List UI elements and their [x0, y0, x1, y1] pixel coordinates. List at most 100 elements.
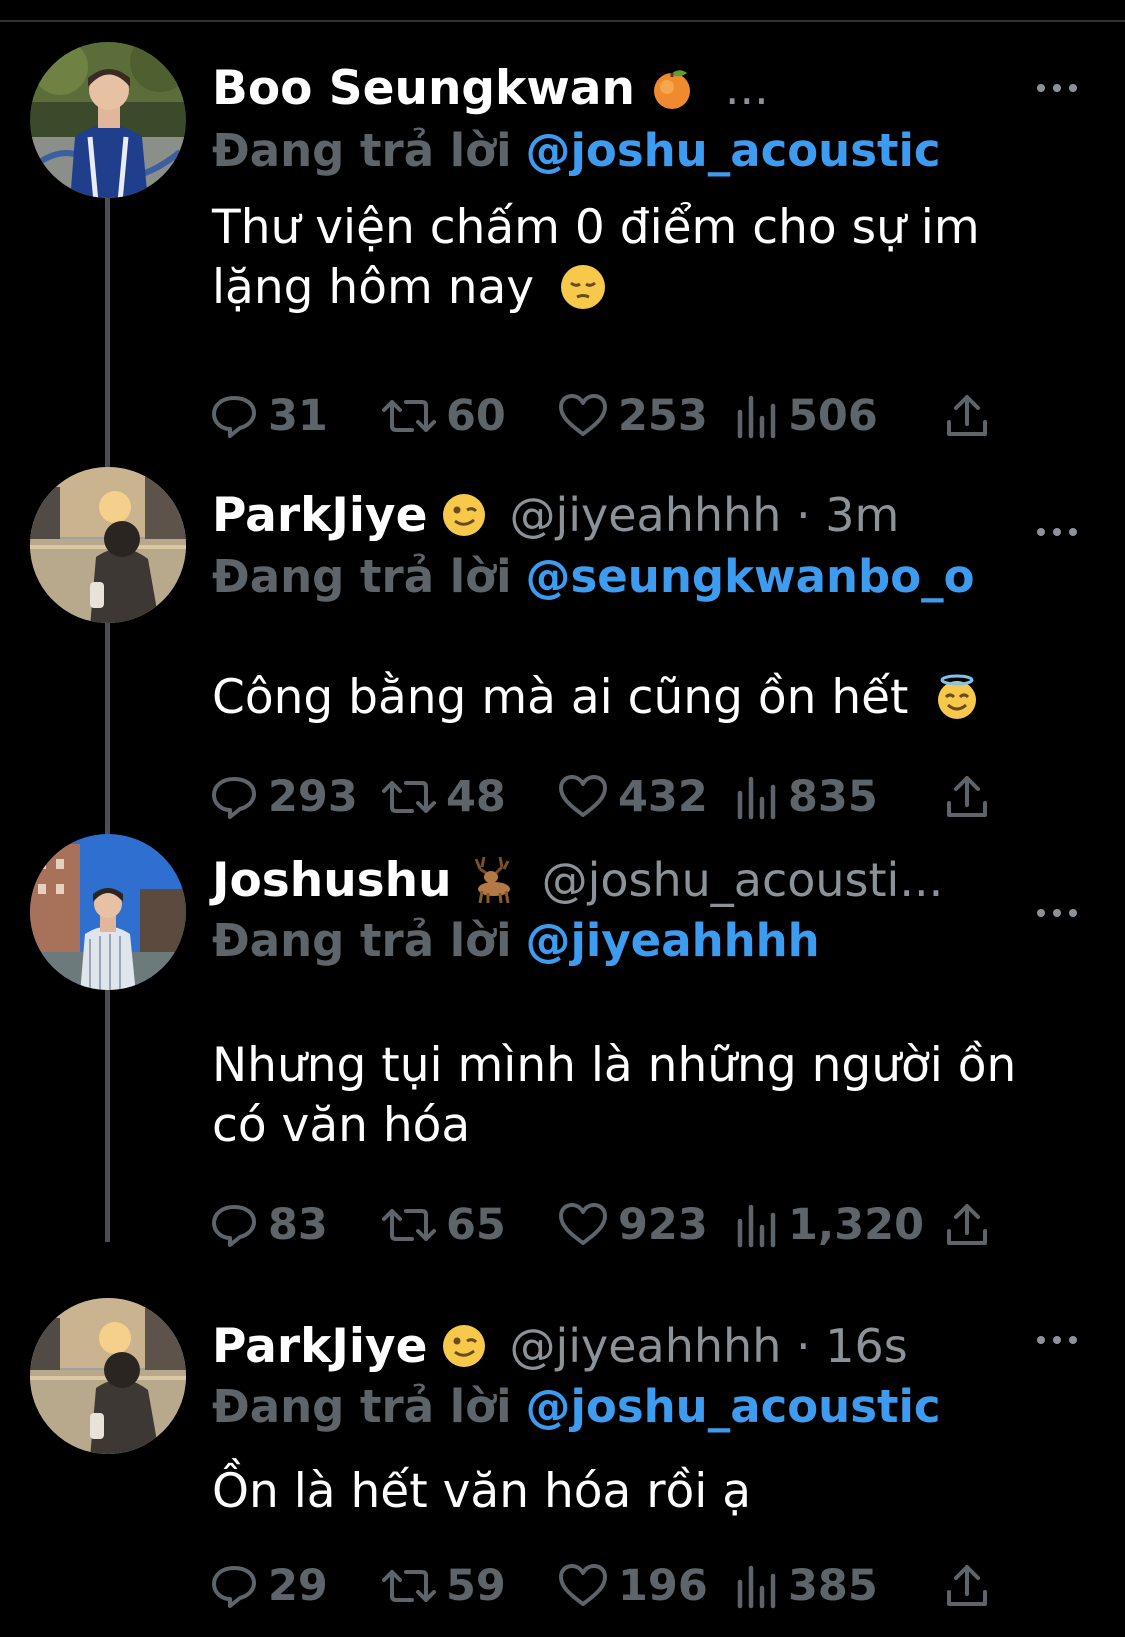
- like-button[interactable]: 923: [558, 1197, 708, 1253]
- handle: @jiyeahhhh · 16s: [509, 1319, 908, 1373]
- views-button[interactable]: 1,320: [734, 1197, 924, 1253]
- display-name[interactable]: Boo Seungkwan: [212, 61, 635, 116]
- display-name[interactable]: ParkJiye: [212, 1319, 427, 1374]
- views-button[interactable]: 835: [734, 769, 878, 825]
- view-count: 1,320: [788, 1200, 925, 1250]
- tweet-text: Nhưng tụi mình là những người ồn có văn …: [212, 1036, 1082, 1156]
- tweet-actions: 83 65 923 1,320: [210, 1197, 1000, 1253]
- handle: @jiyeahhhh · 3m: [509, 488, 900, 542]
- thread-connector: [105, 622, 110, 837]
- reply-button[interactable]: 31: [210, 388, 328, 444]
- like-count: 432: [618, 772, 708, 822]
- reply-count: 31: [268, 391, 328, 441]
- reply-count: 29: [268, 1561, 328, 1611]
- reply-button[interactable]: 293: [210, 769, 358, 825]
- tweet-header: ParkJiye @jiyeahhhh · 16s: [212, 1316, 1125, 1376]
- view-count: 506: [788, 391, 878, 441]
- tweet-actions: 293 48 432 835: [210, 769, 1000, 825]
- top-divider: [0, 0, 1125, 22]
- retweet-icon: [382, 1209, 436, 1241]
- like-count: 923: [618, 1200, 708, 1250]
- retweet-count: 48: [446, 772, 506, 822]
- replying-to-label: Đang trả lời: [212, 1380, 512, 1433]
- tweet-text: Ồn là hết văn hóa rồi ạ: [212, 1462, 1082, 1522]
- share-icon: [947, 1565, 987, 1606]
- retweet-button[interactable]: 48: [382, 769, 506, 825]
- views-button[interactable]: 506: [734, 388, 878, 444]
- tweet-header: Boo Seungkwan ...: [212, 58, 1125, 118]
- like-button[interactable]: 253: [558, 388, 708, 444]
- share-icon: [947, 776, 987, 817]
- tweet-text-content: Công bằng mà ai cũng ồn hết: [212, 670, 909, 725]
- handle: ...: [724, 61, 769, 115]
- share-icon: [947, 1204, 987, 1245]
- views-icon: [737, 1565, 776, 1609]
- avatar[interactable]: [30, 42, 186, 198]
- tweet-text-content: Nhưng tụi mình là những người ồn có văn …: [212, 1038, 1017, 1153]
- like-count: 253: [618, 391, 708, 441]
- views-icon: [737, 776, 776, 820]
- replying-to: Đang trả lời @jiyeahhhh: [212, 914, 820, 967]
- reply-icon: [212, 1566, 256, 1608]
- more-options-icon[interactable]: [1037, 522, 1077, 542]
- peach-icon: [649, 65, 695, 111]
- mention-link[interactable]: @jiyeahhhh: [526, 914, 820, 967]
- retweet-button[interactable]: 60: [382, 388, 506, 444]
- retweet-button[interactable]: 65: [382, 1197, 506, 1253]
- share-button[interactable]: [945, 769, 989, 825]
- retweet-button[interactable]: 59: [382, 1558, 506, 1614]
- views-icon: [737, 395, 776, 439]
- mention-link[interactable]: @joshu_acoustic: [526, 1380, 941, 1433]
- tweet-text: Thư viện chấm 0 điểm cho sự im lặng hôm …: [212, 198, 1082, 318]
- like-button[interactable]: 432: [558, 769, 708, 825]
- avatar[interactable]: [30, 834, 186, 990]
- views-icon: [737, 1204, 776, 1248]
- tweet-text-content: Ồn là hết văn hóa rồi ạ: [212, 1464, 752, 1519]
- like-button[interactable]: 196: [558, 1558, 708, 1614]
- display-name[interactable]: Joshushu: [212, 853, 452, 908]
- heart-icon: [559, 1203, 607, 1245]
- reply-button[interactable]: 83: [210, 1197, 328, 1253]
- thread-connector: [105, 987, 110, 1242]
- share-button[interactable]: [945, 388, 989, 444]
- mention-link[interactable]: @joshu_acoustic: [526, 124, 941, 177]
- handle: @joshu_acousti...: [541, 853, 944, 907]
- reply-icon: [212, 1205, 256, 1247]
- replying-to: Đang trả lời @joshu_acoustic: [212, 1380, 941, 1433]
- tweet-actions: 31 60 253 506: [210, 388, 1000, 444]
- winking-face-icon: [441, 1323, 487, 1369]
- retweet-count: 65: [446, 1200, 506, 1250]
- share-button[interactable]: [945, 1197, 989, 1253]
- reply-count: 83: [268, 1200, 328, 1250]
- smiling-face-with-halo-icon: [933, 673, 981, 721]
- reply-icon: [212, 396, 256, 438]
- replying-to: Đang trả lời @seungkwanbo_o: [212, 550, 975, 603]
- retweet-icon: [382, 1570, 436, 1602]
- heart-icon: [559, 775, 607, 817]
- views-button[interactable]: 385: [734, 1558, 878, 1614]
- more-options-icon[interactable]: [1037, 903, 1077, 923]
- replying-to-label: Đang trả lời: [212, 124, 512, 177]
- avatar[interactable]: [30, 1298, 186, 1454]
- display-name[interactable]: ParkJiye: [212, 488, 427, 543]
- tweet-text: Công bằng mà ai cũng ồn hết: [212, 668, 1082, 728]
- more-options-icon[interactable]: [1037, 78, 1077, 98]
- share-button[interactable]: [945, 1558, 989, 1614]
- like-count: 196: [618, 1561, 708, 1611]
- view-count: 835: [788, 772, 878, 822]
- retweet-count: 60: [446, 391, 506, 441]
- reply-count: 293: [268, 772, 358, 822]
- deer-icon: [466, 855, 516, 905]
- retweet-count: 59: [446, 1561, 506, 1611]
- retweet-icon: [382, 400, 436, 432]
- winking-face-icon: [441, 492, 487, 538]
- reply-button[interactable]: 29: [210, 1558, 328, 1614]
- replying-to: Đang trả lời @joshu_acoustic: [212, 124, 941, 177]
- mention-link[interactable]: @seungkwanbo_o: [526, 550, 975, 603]
- more-options-icon[interactable]: [1037, 1330, 1077, 1350]
- avatar[interactable]: [30, 467, 186, 623]
- replying-to-label: Đang trả lời: [212, 550, 512, 603]
- heart-icon: [559, 394, 607, 436]
- tweet-header: ParkJiye @jiyeahhhh · 3m: [212, 485, 1125, 545]
- reply-icon: [212, 777, 256, 819]
